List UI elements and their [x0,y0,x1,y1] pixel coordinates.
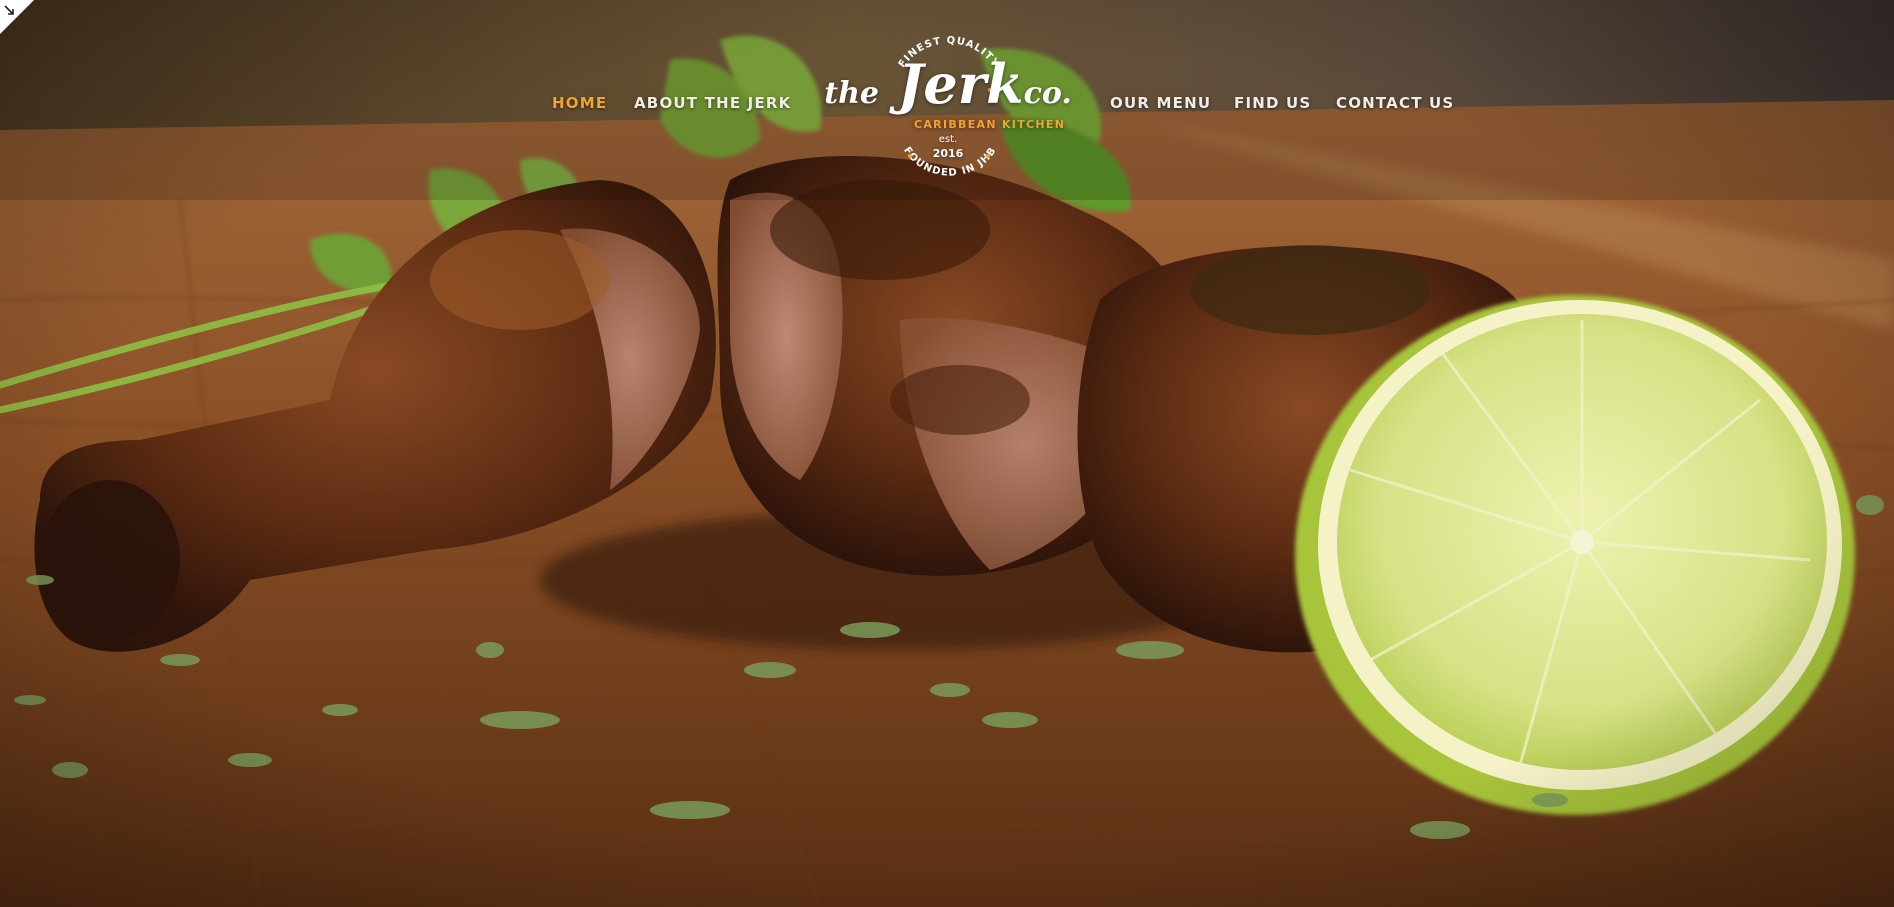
logo-subtitle: CARIBBEAN KITCHEN [914,118,1066,131]
logo-wordmark: the Jerkco. [818,54,1078,124]
nav-contact-link[interactable]: CONTACT US [1336,94,1454,112]
logo-co: co. [1023,76,1072,111]
logo-name: Jerk [897,52,1024,116]
logo-est: est. [938,134,958,145]
expand-toggle-button[interactable] [0,0,34,34]
expand-arrow-icon [0,0,34,34]
logo-year: 2016 [932,147,964,160]
nav-find-us-link[interactable]: FIND US [1234,94,1311,112]
nav-about-link[interactable]: ABOUT THE JERK [634,94,791,112]
nav-menu-link[interactable]: OUR MENU [1110,94,1211,112]
nav-home-link[interactable]: HOME [552,94,607,112]
logo-the: the [824,76,879,111]
brand-logo[interactable]: FINEST QUALITY FOUNDED IN JHB the Jerkco… [818,22,1078,190]
